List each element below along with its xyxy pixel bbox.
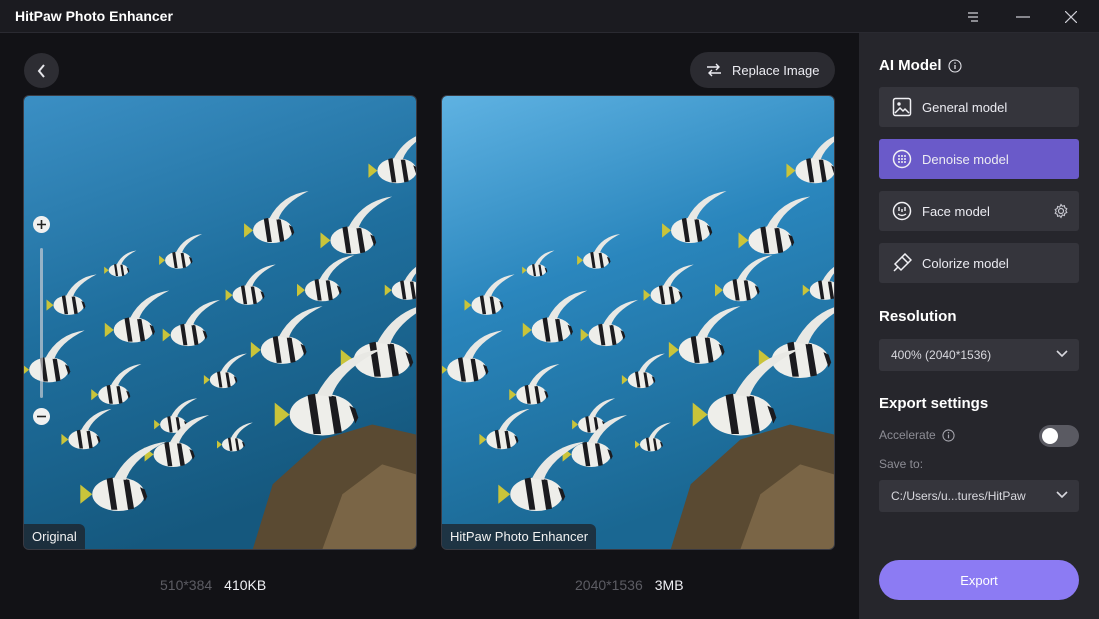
enhanced-image [442, 96, 834, 549]
chevron-left-icon [37, 63, 45, 78]
face-icon [892, 201, 912, 221]
chevron-down-icon [1056, 350, 1068, 358]
export-button[interactable]: Export [879, 560, 1079, 600]
replace-image-button[interactable]: Replace Image [690, 52, 835, 88]
original-image [24, 96, 416, 549]
resolution-value: 400% (2040*1536) [891, 348, 992, 362]
save-path-value: C:/Users/u...tures/HitPaw [891, 489, 1026, 503]
close-icon [1065, 10, 1077, 23]
face-model-label: Face model [922, 203, 990, 219]
enhanced-size: 3MB [654, 577, 684, 593]
accelerate-toggle[interactable] [1039, 425, 1079, 447]
menu-icon [968, 11, 978, 22]
replace-image-label: Replace Image [732, 62, 820, 78]
original-label: Original [24, 524, 85, 549]
zoom-control [33, 216, 50, 426]
gear-icon[interactable] [1053, 203, 1069, 219]
zoom-slider[interactable] [40, 248, 43, 398]
info-icon[interactable] [942, 428, 955, 442]
menu-button[interactable] [953, 0, 993, 33]
general-model-button[interactable]: General model [879, 87, 1079, 127]
save-path-select[interactable]: C:/Users/u...tures/HitPaw [879, 480, 1079, 512]
accelerate-label: Accelerate [879, 428, 936, 442]
ai-model-title: AI Model [879, 57, 962, 74]
colorize-icon [893, 253, 912, 272]
minimize-icon [1016, 15, 1030, 18]
denoise-model-button[interactable]: Denoise model [879, 139, 1079, 179]
enhanced-dimensions: 2040*1536 [575, 577, 643, 593]
denoise-model-label: Denoise model [922, 151, 1009, 167]
toggle-knob [1042, 428, 1058, 444]
preview-area: Replace Image Original HitPaw Photo Enha… [0, 33, 859, 619]
ai-model-title-text: AI Model [879, 57, 942, 74]
enhanced-meta: 2040*1536 3MB [575, 577, 684, 593]
chevron-down-icon [1056, 491, 1068, 499]
colorize-model-button[interactable]: Colorize model [879, 243, 1079, 283]
app-title: HitPaw Photo Enhancer [15, 8, 173, 24]
export-settings-title: Export settings [879, 395, 989, 412]
resolution-select[interactable]: 400% (2040*1536) [879, 339, 1079, 371]
zoom-in-button[interactable] [33, 216, 50, 233]
settings-sidebar: AI Model General model Denoise model Fac… [859, 33, 1099, 619]
back-button[interactable] [24, 53, 59, 88]
original-dimensions: 510*384 [160, 577, 213, 593]
close-button[interactable] [1051, 0, 1091, 33]
save-to-label: Save to: [879, 457, 924, 471]
original-image-panel[interactable]: Original [23, 95, 417, 550]
general-model-label: General model [922, 99, 1008, 115]
title-bar: HitPaw Photo Enhancer [0, 0, 1099, 33]
info-icon[interactable] [947, 58, 962, 73]
plus-icon [37, 220, 46, 229]
denoise-icon [892, 149, 912, 169]
accelerate-row: Accelerate [879, 428, 955, 442]
zoom-out-button[interactable] [33, 408, 50, 425]
face-model-button[interactable]: Face model [879, 191, 1079, 231]
swap-icon [707, 63, 721, 77]
minimize-button[interactable] [1003, 0, 1043, 33]
original-meta: 510*384 410KB [160, 577, 266, 593]
enhanced-label: HitPaw Photo Enhancer [442, 524, 597, 549]
image-icon [892, 97, 912, 117]
colorize-model-label: Colorize model [922, 255, 1009, 271]
enhanced-image-panel[interactable]: HitPaw Photo Enhancer [441, 95, 835, 550]
original-size: 410KB [224, 577, 267, 593]
resolution-title: Resolution [879, 308, 957, 325]
minus-icon [37, 415, 46, 418]
